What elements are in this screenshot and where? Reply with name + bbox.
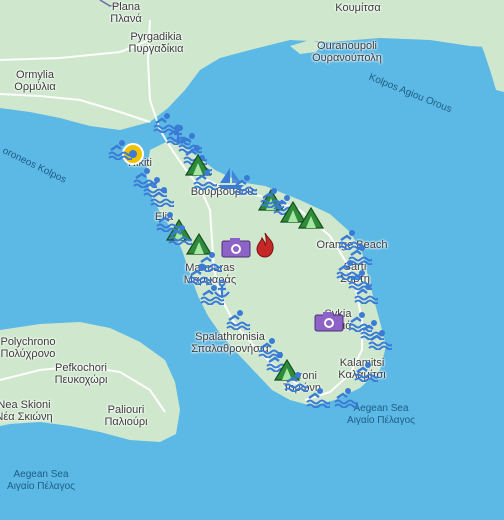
place-label-ouranoupoli: Ouranoupoli Ουρανούπολη [312, 40, 382, 64]
mainland [0, 0, 504, 130]
beach-marker[interactable] [108, 138, 134, 165]
place-label-ormylia: Ormylia Ορμύλια [14, 69, 56, 93]
map-canvas[interactable]: Plana Πλανά Κουμίτσα Pyrgadikia Πυργαδίκ… [0, 0, 504, 520]
place-label-koumitsa: Κουμίτσα [335, 2, 381, 14]
beach-marker[interactable] [200, 283, 226, 310]
fire-marker[interactable] [253, 232, 277, 263]
sea-label-aegean-2: Aegean Sea Αιγαίο Πέλαγος [7, 469, 75, 492]
beach-marker[interactable] [354, 360, 380, 387]
beach-marker[interactable] [150, 185, 176, 212]
beach-marker[interactable] [306, 386, 332, 413]
map-base [0, 0, 504, 442]
place-label-paliouri: Paliouri Παλιούρι [104, 404, 148, 428]
place-label-plana: Plana Πλανά [110, 1, 142, 25]
beach-marker[interactable] [368, 328, 394, 355]
beach-marker[interactable] [334, 386, 360, 413]
beach-marker[interactable] [354, 282, 380, 309]
beach-marker[interactable] [168, 223, 194, 250]
camping-marker[interactable] [297, 206, 325, 235]
camera-marker[interactable] [221, 238, 251, 263]
beach-marker[interactable] [226, 308, 252, 335]
place-label-pyrgadikia: Pyrgadikia Πυργαδίκια [128, 31, 184, 55]
beach-marker[interactable] [193, 168, 219, 195]
camera-marker[interactable] [314, 312, 344, 337]
place-label-pefkochori: Pefkochori Πευκοχώρι [54, 362, 108, 386]
place-label-polychrono: Polychrono Πολύχρονο [0, 336, 56, 360]
place-label-nea-skioni: Nea Skioni Νέα Σκιώνη [0, 399, 53, 423]
beach-marker[interactable] [284, 370, 310, 397]
beach-marker[interactable] [233, 173, 259, 200]
